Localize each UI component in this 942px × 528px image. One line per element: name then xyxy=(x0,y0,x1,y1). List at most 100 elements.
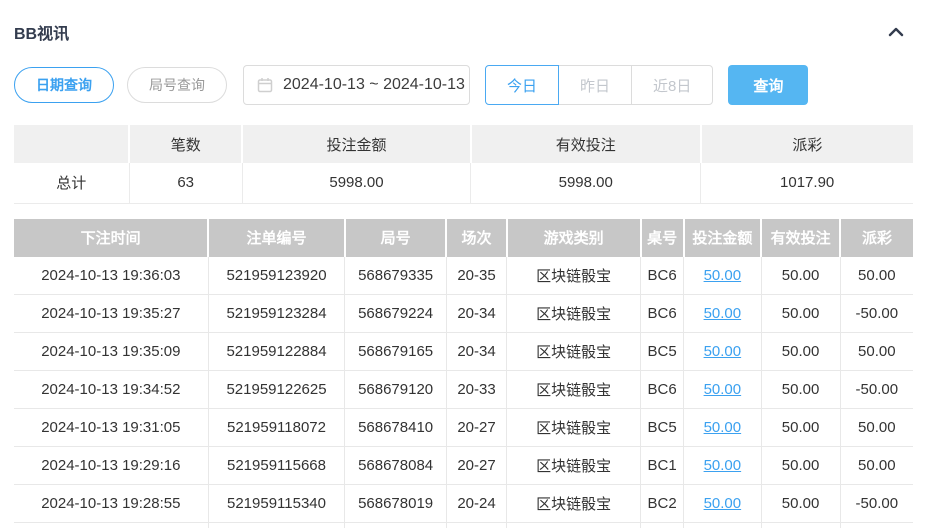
summary-header-bet: 投注金额 xyxy=(242,125,470,163)
bb-video-panel: BB视讯 日期查询 局号查询 2024-10-13 ~ 2024-10-13 今… xyxy=(14,0,913,528)
summary-total-label: 总计 xyxy=(14,163,129,203)
game-type: 区块链骰宝 xyxy=(507,485,641,523)
payout: 50.00 xyxy=(840,447,913,485)
table-code: BC6 xyxy=(641,257,684,295)
table-row-partial xyxy=(14,523,913,528)
round-id: 568678019 xyxy=(345,485,447,523)
bet-amount-link[interactable]: 50.00 xyxy=(704,495,742,512)
bet-time: 2024-10-13 19:29:16 xyxy=(14,447,208,485)
bet-time: 2024-10-13 19:35:27 xyxy=(14,295,208,333)
table-row: 2024-10-13 19:35:27 521959123284 5686792… xyxy=(14,295,913,333)
calendar-icon xyxy=(257,77,273,93)
payout: -50.00 xyxy=(840,295,913,333)
col-header-order: 注单编号 xyxy=(208,219,345,257)
table-row: 2024-10-13 19:34:52 521959122625 5686791… xyxy=(14,371,913,409)
quick-today-button[interactable]: 今日 xyxy=(485,65,559,105)
game-type: 区块链骰宝 xyxy=(507,333,641,371)
round-id: 568679224 xyxy=(345,295,447,333)
session: 20-27 xyxy=(446,447,506,485)
col-header-valid: 有效投注 xyxy=(761,219,840,257)
valid-bet: 50.00 xyxy=(761,333,840,371)
bet-time: 2024-10-13 19:34:52 xyxy=(14,371,208,409)
tab-date-query[interactable]: 日期查询 xyxy=(14,67,114,103)
col-header-session: 场次 xyxy=(446,219,506,257)
summary-header-row: 笔数 投注金额 有效投注 派彩 xyxy=(14,125,913,163)
payout: 50.00 xyxy=(840,333,913,371)
records-table: 下注时间 注单编号 局号 场次 游戏类别 桌号 投注金额 有效投注 派彩 202… xyxy=(14,219,913,528)
valid-bet: 50.00 xyxy=(761,257,840,295)
round-id: 568679120 xyxy=(345,371,447,409)
payout: -50.00 xyxy=(840,485,913,523)
bet-time: 2024-10-13 19:36:03 xyxy=(14,257,208,295)
session: 20-34 xyxy=(446,295,506,333)
summary-header-valid: 有效投注 xyxy=(471,125,701,163)
order-id: 521959123284 xyxy=(208,295,345,333)
table-row: 2024-10-13 19:35:09 521959122884 5686791… xyxy=(14,333,913,371)
table-row: 2024-10-13 19:31:05 521959118072 5686784… xyxy=(14,409,913,447)
summary-total-row: 总计 63 5998.00 5998.00 1017.90 xyxy=(14,163,913,203)
payout: 50.00 xyxy=(840,409,913,447)
records-header-row: 下注时间 注单编号 局号 场次 游戏类别 桌号 投注金额 有效投注 派彩 xyxy=(14,219,913,257)
bet-amount-link[interactable]: 50.00 xyxy=(704,267,742,284)
game-type: 区块链骰宝 xyxy=(507,447,641,485)
summary-total-bet: 5998.00 xyxy=(242,163,470,203)
game-type: 区块链骰宝 xyxy=(507,257,641,295)
bet-amount-link[interactable]: 50.00 xyxy=(704,457,742,474)
col-header-bet: 投注金额 xyxy=(684,219,761,257)
bet-amount-link[interactable]: 50.00 xyxy=(704,343,742,360)
summary-header-blank xyxy=(14,125,129,163)
summary-total-payout: 1017.90 xyxy=(701,163,913,203)
table-code: BC5 xyxy=(641,409,684,447)
valid-bet: 50.00 xyxy=(761,409,840,447)
bet-amount-link[interactable]: 50.00 xyxy=(704,381,742,398)
collapse-button[interactable] xyxy=(885,23,907,41)
order-id: 521959123920 xyxy=(208,257,345,295)
order-id: 521959115668 xyxy=(208,447,345,485)
payout: 50.00 xyxy=(840,257,913,295)
col-header-table: 桌号 xyxy=(641,219,684,257)
table-row: 2024-10-13 19:36:03 521959123920 5686793… xyxy=(14,257,913,295)
table-row: 2024-10-13 19:28:55 521959115340 5686780… xyxy=(14,485,913,523)
panel-title: BB视讯 xyxy=(14,20,69,44)
quick-last8days-button[interactable]: 近8日 xyxy=(631,65,713,105)
bet-amount-link[interactable]: 50.00 xyxy=(704,419,742,436)
bet-time: 2024-10-13 19:31:05 xyxy=(14,409,208,447)
order-id: 521959122625 xyxy=(208,371,345,409)
search-button[interactable]: 查询 xyxy=(728,65,808,105)
bet-time: 2024-10-13 19:28:55 xyxy=(14,485,208,523)
summary-total-count: 63 xyxy=(129,163,242,203)
summary-total-valid: 5998.00 xyxy=(471,163,701,203)
payout: -50.00 xyxy=(840,371,913,409)
valid-bet: 50.00 xyxy=(761,295,840,333)
panel-header: BB视讯 xyxy=(14,0,913,44)
session: 20-27 xyxy=(446,409,506,447)
summary-header-payout: 派彩 xyxy=(701,125,913,163)
game-type: 区块链骰宝 xyxy=(507,409,641,447)
quick-yesterday-button[interactable]: 昨日 xyxy=(558,65,632,105)
date-range-value: 2024-10-13 ~ 2024-10-13 xyxy=(283,76,465,94)
round-id: 568679165 xyxy=(345,333,447,371)
col-header-time: 下注时间 xyxy=(14,219,208,257)
col-header-payout: 派彩 xyxy=(840,219,913,257)
bet-amount-link[interactable]: 50.00 xyxy=(704,305,742,322)
tab-round-query[interactable]: 局号查询 xyxy=(127,67,227,103)
summary-header-count: 笔数 xyxy=(129,125,242,163)
valid-bet: 50.00 xyxy=(761,447,840,485)
game-type: 区块链骰宝 xyxy=(507,371,641,409)
col-header-round: 局号 xyxy=(345,219,447,257)
table-code: BC5 xyxy=(641,333,684,371)
round-id: 568678410 xyxy=(345,409,447,447)
quick-range-group: 今日 昨日 近8日 xyxy=(485,65,713,105)
table-code: BC2 xyxy=(641,485,684,523)
round-id: 568678084 xyxy=(345,447,447,485)
table-code: BC6 xyxy=(641,371,684,409)
order-id: 521959115340 xyxy=(208,485,345,523)
session: 20-35 xyxy=(446,257,506,295)
date-range-input[interactable]: 2024-10-13 ~ 2024-10-13 xyxy=(243,65,470,105)
round-id: 568679335 xyxy=(345,257,447,295)
bet-time: 2024-10-13 19:35:09 xyxy=(14,333,208,371)
order-id: 521959122884 xyxy=(208,333,345,371)
session: 20-33 xyxy=(446,371,506,409)
session: 20-34 xyxy=(446,333,506,371)
order-id: 521959118072 xyxy=(208,409,345,447)
